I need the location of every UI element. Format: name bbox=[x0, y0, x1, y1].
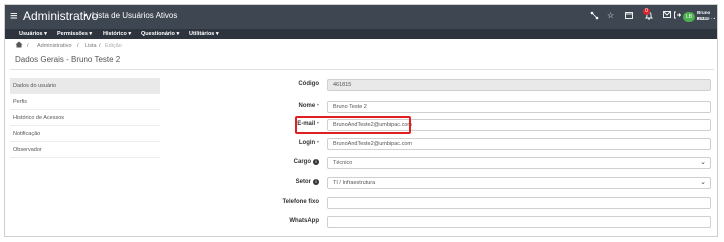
title-separator: ▸ bbox=[84, 12, 88, 19]
menu-item-permissoes[interactable]: Permissões ▾ bbox=[57, 30, 92, 38]
star-icon[interactable]: ☆ bbox=[607, 11, 614, 21]
nome-label: Nome • bbox=[298, 103, 319, 109]
info-icon[interactable]: i bbox=[313, 159, 319, 165]
mail-icon[interactable] bbox=[663, 11, 671, 21]
menu-item-utilitarios[interactable]: Utilitários ▾ bbox=[189, 30, 219, 38]
menu-item-historico[interactable]: Histórico ▾ bbox=[103, 30, 131, 38]
email-highlight-box bbox=[295, 116, 411, 134]
login-field[interactable]: BrunoAndTeste2@umbipac.com bbox=[327, 138, 711, 150]
telefone-field[interactable] bbox=[327, 197, 711, 209]
divider bbox=[10, 69, 714, 70]
top-header: ≡ Administrativo ▸ Lista de Usuários Ati… bbox=[5, 5, 717, 29]
whatsapp-label: WhatsApp bbox=[289, 218, 319, 224]
sidenav-item-notificacao[interactable]: Notificação bbox=[10, 126, 160, 142]
whatsapp-field[interactable] bbox=[327, 216, 711, 228]
login-label: Login • bbox=[298, 140, 319, 146]
grid-share-icon[interactable] bbox=[590, 11, 599, 23]
hamburger-icon[interactable]: ≡ bbox=[10, 9, 18, 23]
avatar[interactable]: LB bbox=[683, 12, 695, 22]
logout-icon[interactable] bbox=[674, 11, 682, 22]
user-id: #1299 - • bbox=[697, 16, 716, 21]
setor-label: Setor i bbox=[239, 177, 319, 188]
breadcrumb-separator: / bbox=[99, 43, 101, 49]
section-title: Dados Gerais - Bruno Teste 2 bbox=[15, 55, 121, 64]
breadcrumb-item-current: Edição bbox=[105, 43, 122, 49]
breadcrumb-item[interactable]: Administrativo bbox=[37, 42, 72, 51]
sidenav-item-historico-acessos[interactable]: Histórico de Acessos bbox=[10, 110, 160, 126]
sidenav-item-perfis[interactable]: Perfis bbox=[10, 94, 160, 110]
main-menu: Usuários ▾ Permissões ▾ Histórico ▾ Ques… bbox=[5, 29, 717, 39]
telefone-label: Telefone fixo bbox=[282, 199, 319, 205]
codigo-label: Código bbox=[298, 81, 319, 87]
menu-item-usuarios[interactable]: Usuários ▾ bbox=[19, 30, 47, 38]
codigo-field: 461815 bbox=[327, 79, 711, 91]
setor-select[interactable]: TI / Infraestrutura ⌄ bbox=[327, 177, 711, 189]
cargo-label: Cargo i bbox=[239, 157, 319, 168]
calendar-icon[interactable] bbox=[625, 11, 633, 22]
sidenav-item-dados-usuario[interactable]: Dados do usuário bbox=[10, 78, 160, 94]
breadcrumb-item[interactable]: Lista bbox=[85, 42, 97, 51]
breadcrumb-separator: / bbox=[77, 43, 79, 49]
chevron-down-icon: ⌄ bbox=[700, 159, 706, 166]
nome-field[interactable]: Bruno Teste 2 bbox=[327, 101, 711, 113]
chevron-down-icon: ⌄ bbox=[700, 179, 706, 186]
notification-badge: 0 bbox=[643, 8, 650, 15]
page-title: Lista de Usuários Ativos bbox=[92, 11, 178, 20]
info-icon[interactable]: i bbox=[313, 179, 319, 185]
breadcrumb-separator: / bbox=[27, 43, 29, 49]
menu-item-questionario[interactable]: Questionário ▾ bbox=[141, 30, 179, 38]
sidenav-item-observador[interactable]: Observador bbox=[10, 142, 160, 158]
cargo-select[interactable]: Técnico ⌄ bbox=[327, 157, 711, 169]
app-window: ≡ Administrativo ▸ Lista de Usuários Ati… bbox=[4, 4, 718, 237]
home-icon[interactable] bbox=[15, 41, 23, 52]
